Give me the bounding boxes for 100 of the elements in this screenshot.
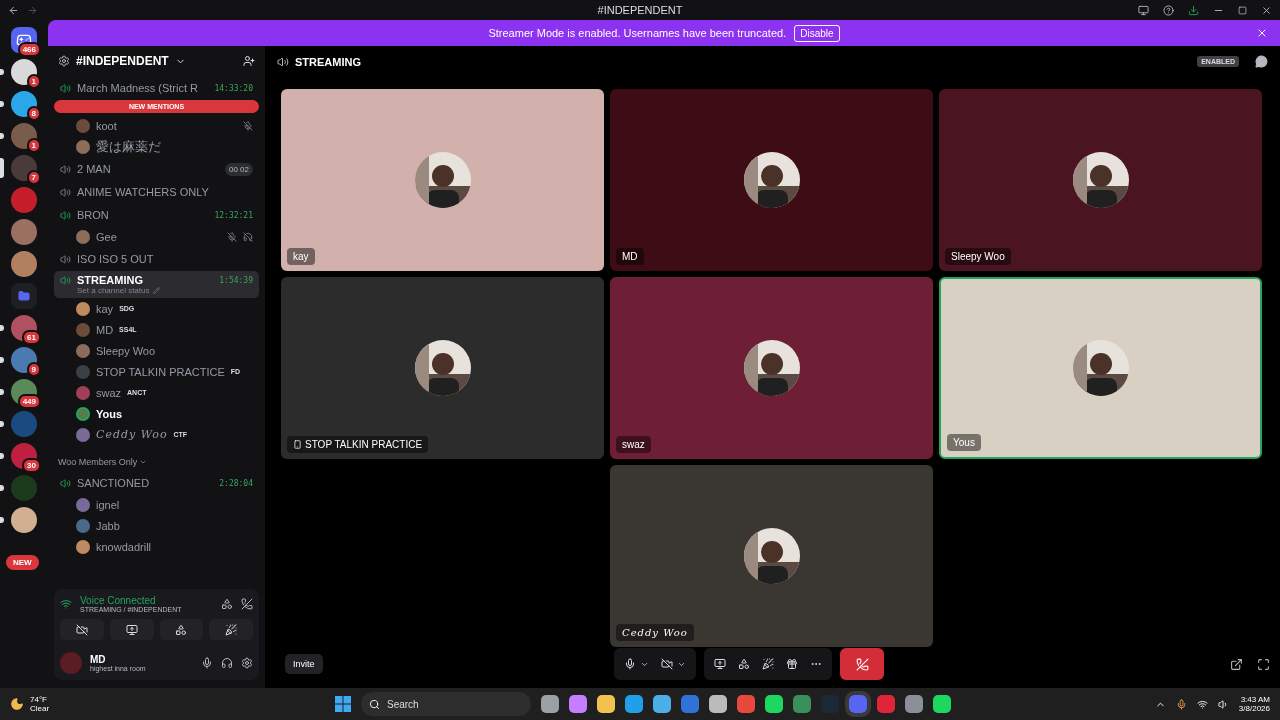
settings-icon[interactable] [241,657,253,669]
activities-button[interactable] [738,658,750,671]
app-icon[interactable] [933,695,951,713]
screen-share-button[interactable] [109,619,154,640]
clock-time[interactable]: 3:43 AM [1240,695,1270,704]
invite-button[interactable]: Invite [285,654,323,675]
help-icon[interactable] [1163,4,1174,16]
member-name[interactable]: STOP TALKIN PRACTICE [96,365,225,378]
member-name[interactable]: swaz [96,386,122,399]
member-name[interactable]: kay [96,302,114,315]
member-name[interactable]: Yous [96,407,123,420]
disable-button[interactable]: Disable [794,24,840,42]
unread-badge: 9 [26,362,41,377]
channel-row[interactable]: ISO ISO 5 OUT [54,248,259,270]
disconnect-icon[interactable] [241,598,253,610]
participant-name: Sleepy Woo [945,247,1011,265]
mic-icon[interactable] [1175,698,1187,710]
close-icon[interactable] [1256,27,1268,39]
headphones-icon[interactable] [221,657,233,669]
start-icon[interactable] [335,696,351,712]
unread-badge: 8 [26,106,41,121]
user-counter: 00 02 [224,162,253,176]
member-name[interactable]: Gee [96,230,117,243]
invite-icon[interactable] [243,55,255,67]
camera-button[interactable] [661,658,686,671]
member-name[interactable]: koot [96,119,117,132]
network-icon[interactable] [1196,698,1208,710]
soundboard-button[interactable] [209,619,253,640]
member-name[interactable]: Sleepy Woo [96,344,156,357]
back-icon[interactable] [8,4,19,16]
mic-icon[interactable] [201,657,213,669]
member-name[interactable]: 愛は麻薬だ [96,137,161,156]
app-icon[interactable] [653,695,671,713]
app-icon[interactable] [737,695,755,713]
server-folder[interactable] [11,283,37,309]
app-icon[interactable] [597,695,615,713]
video-tile[interactable]: Yous [939,276,1262,459]
app-icon[interactable] [765,695,783,713]
selected-channel[interactable]: STREAMING 1:54:39 Set a channel status [54,271,259,298]
category-header[interactable]: Woo Members Only [58,457,138,467]
channel-row[interactable]: BRON 12:32:21 [54,204,259,226]
channel-row[interactable]: SANCTIONED 2:28:04 [54,472,259,494]
temperature[interactable]: 74°F [30,695,50,704]
activities-button[interactable] [159,619,204,640]
member-name[interactable]: ignel [96,498,120,511]
channel-status[interactable]: Set a channel status [77,286,150,295]
channel-row[interactable]: ANIME WATCHERS ONLY [54,181,259,203]
maximize-icon[interactable] [1238,5,1247,15]
weather-text[interactable]: Clear [30,704,50,713]
chevron-icon [139,458,148,466]
member-name[interactable]: knowdadrill [96,540,152,553]
elapsed-time: 14:33:20 [214,83,253,93]
elapsed-time: 1:54:39 [219,275,253,285]
voice-status[interactable]: Voice Connected [80,595,213,606]
new-pill[interactable]: NEW [6,555,39,570]
gift-button[interactable] [786,658,798,671]
video-tile[interactable]: MD [610,88,933,271]
server-name[interactable]: #INDEPENDENT [76,54,169,68]
download-icon[interactable] [1188,4,1199,16]
screen-share-button[interactable] [714,658,726,671]
elapsed-time: 12:32:21 [214,210,253,220]
app-icon[interactable] [541,695,559,713]
hang-up-button[interactable] [840,648,884,681]
fullscreen-icon[interactable] [1257,657,1270,671]
video-tile[interactable]: Sleepy Woo [939,88,1262,271]
monitor-icon[interactable] [1138,4,1149,16]
member-name[interactable]: MD [96,323,114,336]
app-icon[interactable] [569,695,587,713]
app-icon[interactable] [905,695,923,713]
close-icon[interactable] [1261,4,1272,16]
app-icon[interactable] [793,695,811,713]
app-icon[interactable] [625,695,643,713]
mic-button[interactable] [624,658,649,671]
member-name[interactable]: Jabb [96,519,120,532]
server-icon[interactable] [11,251,37,277]
chat-icon[interactable] [1255,55,1268,69]
member-name[interactable]: Ceddy Woo [96,428,168,441]
soundboard-button[interactable] [762,658,774,671]
server-icon[interactable] [11,219,37,245]
channel-row[interactable]: March Madness (Strict R 14:33:20 [54,77,259,99]
video-tile[interactable]: STOP TALKIN PRACTICE [281,276,604,459]
clock-date[interactable]: 3/8/2026 [1238,704,1270,713]
app-icon[interactable] [709,695,727,713]
video-tile[interactable]: Ceddy Woo [610,464,933,647]
channel-title: STREAMING [295,55,362,68]
party-popper-icon [762,658,774,671]
elapsed-time: 2:28:04 [219,478,253,488]
mic-icon [624,658,636,671]
volume-icon[interactable] [1217,698,1229,710]
search-field[interactable]: Search [361,692,531,716]
video-tile[interactable]: kay [281,88,604,271]
participant-name: Yous [947,433,981,451]
popout-icon[interactable] [1230,657,1243,671]
unread-badge: 1 [26,138,41,153]
speaker-icon [277,55,289,68]
channel-row[interactable]: 2 MAN 00 02 [54,158,259,180]
pencil-icon [152,287,160,294]
unread-badge: 466 [17,42,41,57]
video-tile[interactable]: swaz [610,276,933,459]
camera-off-icon [661,658,673,671]
